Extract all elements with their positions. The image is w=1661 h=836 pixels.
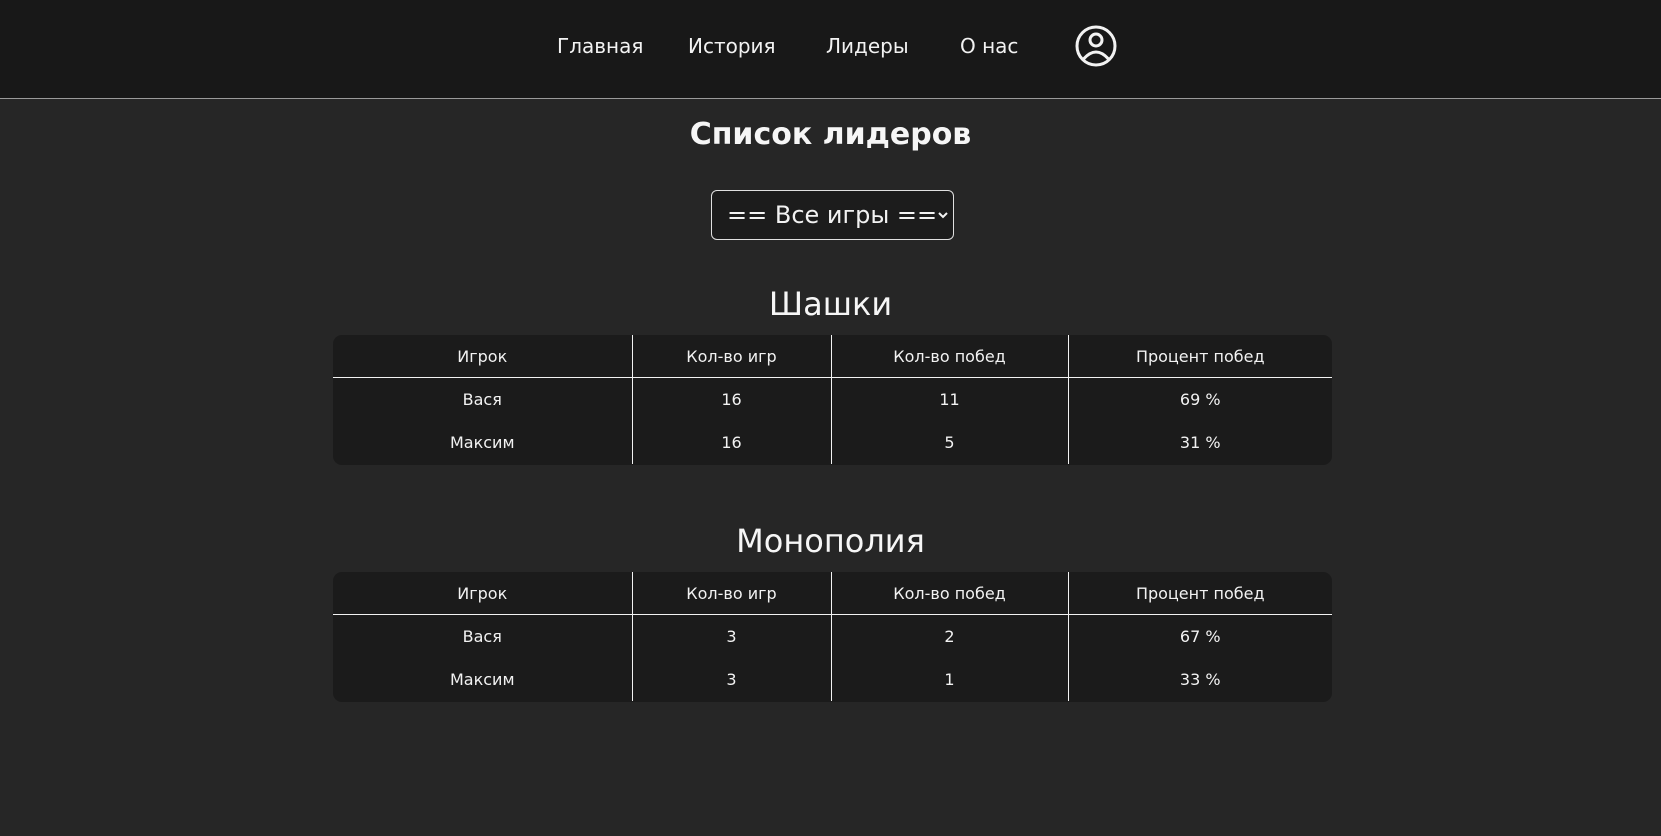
cell-player: Максим: [449, 433, 515, 452]
game-title-checkers: Шашки: [768, 285, 893, 323]
table-row: Вася 3 2 67 %: [333, 614, 1332, 658]
leaderboard-table-monopoly: Игрок Кол-во игр Кол-во побед Процент по…: [333, 572, 1332, 702]
cell-games: 3: [631, 658, 831, 701]
cell-win-rate: 67 %: [1067, 614, 1332, 658]
cell-wins: 5: [830, 421, 1068, 464]
table-row: Вася 16 11 69 %: [333, 377, 1332, 421]
column-header-win-rate: Процент побед: [1067, 572, 1332, 615]
cell-wins: 11: [830, 377, 1068, 421]
nav-link-home[interactable]: Главная: [557, 34, 643, 58]
column-header-games: Кол-во игр: [631, 335, 831, 378]
game-filter-select[interactable]: == Все игры ==: [711, 190, 954, 240]
cell-win-rate: 31 %: [1067, 421, 1332, 464]
column-header-wins: Кол-во побед: [830, 335, 1068, 378]
table-row: Максим 3 1 33 %: [333, 658, 1332, 701]
table-header-row: Игрок Кол-во игр Кол-во побед Процент по…: [333, 572, 1332, 615]
cell-games: 16: [631, 377, 831, 421]
cell-win-rate: 69 %: [1067, 377, 1332, 421]
user-circle-icon[interactable]: [1075, 25, 1117, 67]
cell-player: Максим: [449, 670, 515, 689]
nav-link-history[interactable]: История: [688, 34, 776, 58]
site-header: Главная История Лидеры О нас: [0, 0, 1661, 99]
table-row: Максим 16 5 31 %: [333, 421, 1332, 464]
column-header-player: Игрок: [333, 572, 632, 615]
cell-player: Вася: [462, 390, 502, 409]
nav-link-leaders[interactable]: Лидеры: [826, 34, 909, 58]
column-header-player: Игрок: [333, 335, 632, 378]
leaderboard-table-checkers: Игрок Кол-во игр Кол-во побед Процент по…: [333, 335, 1332, 465]
nav-link-about[interactable]: О нас: [960, 34, 1018, 58]
table-header-row: Игрок Кол-во игр Кол-во побед Процент по…: [333, 335, 1332, 378]
chevron-down-icon: [938, 212, 948, 219]
game-filter-selected-value: == Все игры ==: [727, 201, 938, 229]
cell-wins: 1: [830, 658, 1068, 701]
column-header-win-rate: Процент побед: [1067, 335, 1332, 378]
page-title: Список лидеров: [689, 117, 972, 152]
column-header-wins: Кол-во побед: [830, 572, 1068, 615]
cell-player: Вася: [462, 627, 502, 646]
column-header-games: Кол-во игр: [631, 572, 831, 615]
cell-win-rate: 33 %: [1067, 658, 1332, 701]
cell-games: 3: [631, 614, 831, 658]
cell-wins: 2: [830, 614, 1068, 658]
cell-games: 16: [631, 421, 831, 464]
game-title-monopoly: Монополия: [736, 522, 925, 560]
